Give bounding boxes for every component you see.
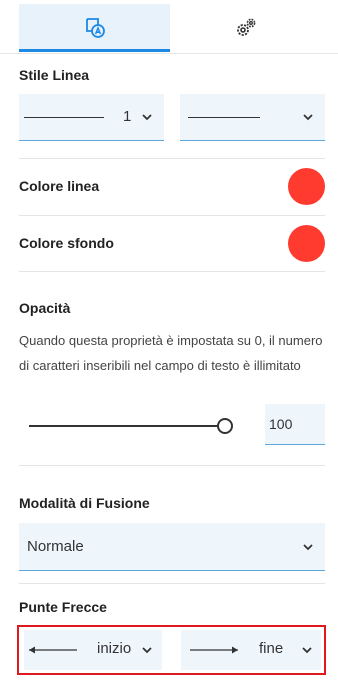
chevron-down-icon xyxy=(142,647,152,654)
line-width-value: 1 xyxy=(123,108,132,125)
divider xyxy=(19,158,325,159)
divider xyxy=(19,583,325,584)
line-sample xyxy=(24,117,104,118)
opacity-description: Quando questa proprietà è impostata su 0… xyxy=(19,333,323,373)
arrowheads-title: Punte Frecce xyxy=(19,599,107,615)
line-color-swatch[interactable] xyxy=(288,168,325,205)
tab-text-style[interactable] xyxy=(19,4,170,52)
blend-mode-title: Modalità di Fusione xyxy=(19,495,150,511)
blend-mode-value: Normale xyxy=(27,538,84,555)
arrow-start-select[interactable]: inizio xyxy=(24,630,162,670)
line-color-label: Colore linea xyxy=(19,178,100,194)
chevron-down-icon xyxy=(142,114,152,121)
line-type-sample xyxy=(188,117,260,118)
arrow-end-value: fine xyxy=(259,640,284,657)
text-style-icon xyxy=(84,16,106,38)
opacity-slider-thumb[interactable] xyxy=(217,418,233,434)
blend-mode-select[interactable]: Normale xyxy=(19,523,325,571)
chevron-down-icon xyxy=(303,544,313,551)
line-type-select[interactable] xyxy=(180,94,325,141)
opacity-title: Opacità xyxy=(19,300,71,316)
arrow-right-icon xyxy=(190,646,238,654)
arrow-left-icon xyxy=(29,646,77,654)
divider xyxy=(19,271,325,272)
tab-settings[interactable] xyxy=(170,4,321,52)
opacity-slider-track[interactable] xyxy=(29,425,225,427)
settings-gears-icon xyxy=(234,16,258,40)
chevron-down-icon xyxy=(302,647,312,654)
tab-bar xyxy=(0,0,338,54)
line-style-title: Stile Linea xyxy=(19,67,90,83)
line-width-select[interactable]: 1 xyxy=(19,94,164,141)
background-color-swatch[interactable] xyxy=(288,225,325,262)
arrow-start-value: inizio xyxy=(97,640,132,657)
divider xyxy=(19,215,325,216)
opacity-value-input[interactable]: 100 xyxy=(265,404,325,445)
arrow-end-select[interactable]: fine xyxy=(181,630,321,670)
background-color-label: Colore sfondo xyxy=(19,235,114,251)
chevron-down-icon xyxy=(303,114,313,121)
divider xyxy=(19,465,325,466)
